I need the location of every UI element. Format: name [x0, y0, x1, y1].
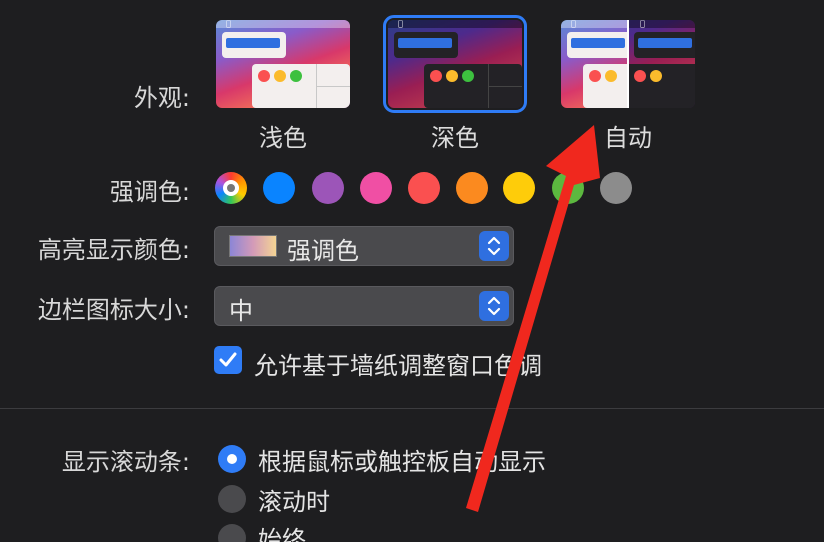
accent-yellow-swatch[interactable] — [503, 172, 535, 204]
accent-color-label: 强调色: — [109, 178, 190, 206]
popup-stepper-icon — [479, 231, 509, 261]
sidebar-icon-size-popup[interactable]: 中 — [214, 286, 514, 326]
apple-logo-icon:  — [398, 20, 403, 28]
section-divider — [0, 408, 824, 409]
highlight-color-label: 高亮显示颜色: — [37, 236, 190, 264]
accent-green-swatch[interactable] — [552, 172, 584, 204]
appearance-auto-thumbnail[interactable]:   — [561, 20, 695, 108]
appearance-light-thumbnail[interactable]:  — [216, 20, 350, 108]
appearance-dark-caption[interactable]: 深色 — [388, 118, 522, 153]
highlight-color-value: 强调色 — [287, 237, 359, 265]
scrollbars-when-scrolling-radio[interactable] — [218, 485, 246, 513]
accent-orange-swatch[interactable] — [456, 172, 488, 204]
scrollbars-auto-radio[interactable] — [218, 445, 246, 473]
appearance-light-caption[interactable]: 浅色 — [216, 118, 350, 153]
highlight-color-popup[interactable]: 强调色 — [214, 226, 514, 266]
accent-multicolor-swatch[interactable] — [215, 172, 247, 204]
show-scrollbars-label: 显示滚动条: — [61, 448, 190, 476]
accent-red-swatch[interactable] — [408, 172, 440, 204]
appearance-auto-caption[interactable]: 自动 — [561, 118, 695, 153]
sidebar-icon-size-value: 中 — [229, 297, 253, 325]
apple-logo-icon:  — [640, 20, 645, 28]
wallpaper-tinting-label[interactable]: 允许基于墙纸调整窗口色调 — [254, 346, 542, 381]
appearance-dark-thumbnail[interactable]:  — [383, 15, 527, 113]
accent-pink-swatch[interactable] — [360, 172, 392, 204]
checkmark-icon — [219, 352, 237, 367]
sidebar-icon-size-label: 边栏图标大小: — [37, 296, 190, 324]
apple-logo-icon:  — [226, 20, 231, 28]
scrollbars-always-radio[interactable] — [218, 524, 246, 542]
scrollbars-when-scrolling-label[interactable]: 滚动时 — [258, 482, 330, 517]
popup-stepper-icon — [479, 291, 509, 321]
accent-blue-swatch[interactable] — [263, 172, 295, 204]
appearance-label: 外观: — [133, 84, 190, 112]
accent-purple-swatch[interactable] — [312, 172, 344, 204]
highlight-color-preview — [229, 235, 277, 257]
scrollbars-auto-label[interactable]: 根据鼠标或触控板自动显示 — [258, 442, 546, 477]
accent-graphite-swatch[interactable] — [600, 172, 632, 204]
apple-logo-icon:  — [571, 20, 576, 28]
scrollbars-always-label[interactable]: 始终 — [258, 520, 306, 542]
wallpaper-tinting-checkbox[interactable] — [214, 346, 242, 374]
